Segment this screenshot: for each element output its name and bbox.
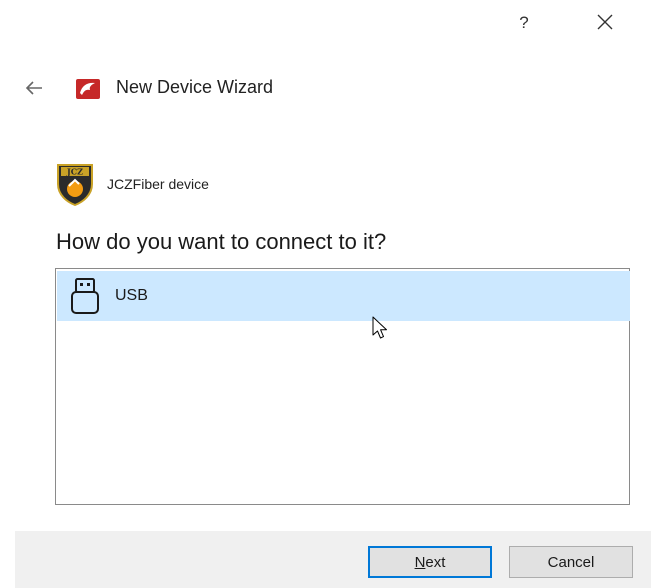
device-name: JCZFiber device [107,176,209,192]
usb-icon [71,278,99,314]
help-button[interactable]: ? [506,8,542,38]
wizard-logo-icon [76,77,100,99]
list-item-usb[interactable]: USB [57,271,630,321]
close-icon [597,14,613,30]
next-mnemonic: N [414,553,426,571]
arrow-left-icon [25,81,42,95]
mouse-cursor-icon [372,316,390,342]
prompt-question: How do you want to connect to it? [56,229,387,254]
footer-bar: Next Cancel [15,531,651,588]
next-button[interactable]: Next [368,546,492,578]
connection-listbox[interactable]: USB [55,268,630,505]
wizard-title: New Device Wizard [116,77,274,97]
cancel-button[interactable]: Cancel [509,546,633,578]
next-label-rest: ext [425,553,446,571]
list-item-label: USB [115,287,148,304]
svg-text:JCZ: JCZ [66,167,83,177]
jcz-logo-icon: JCZ [55,162,95,207]
close-button[interactable] [585,6,625,38]
back-button[interactable] [22,76,46,100]
